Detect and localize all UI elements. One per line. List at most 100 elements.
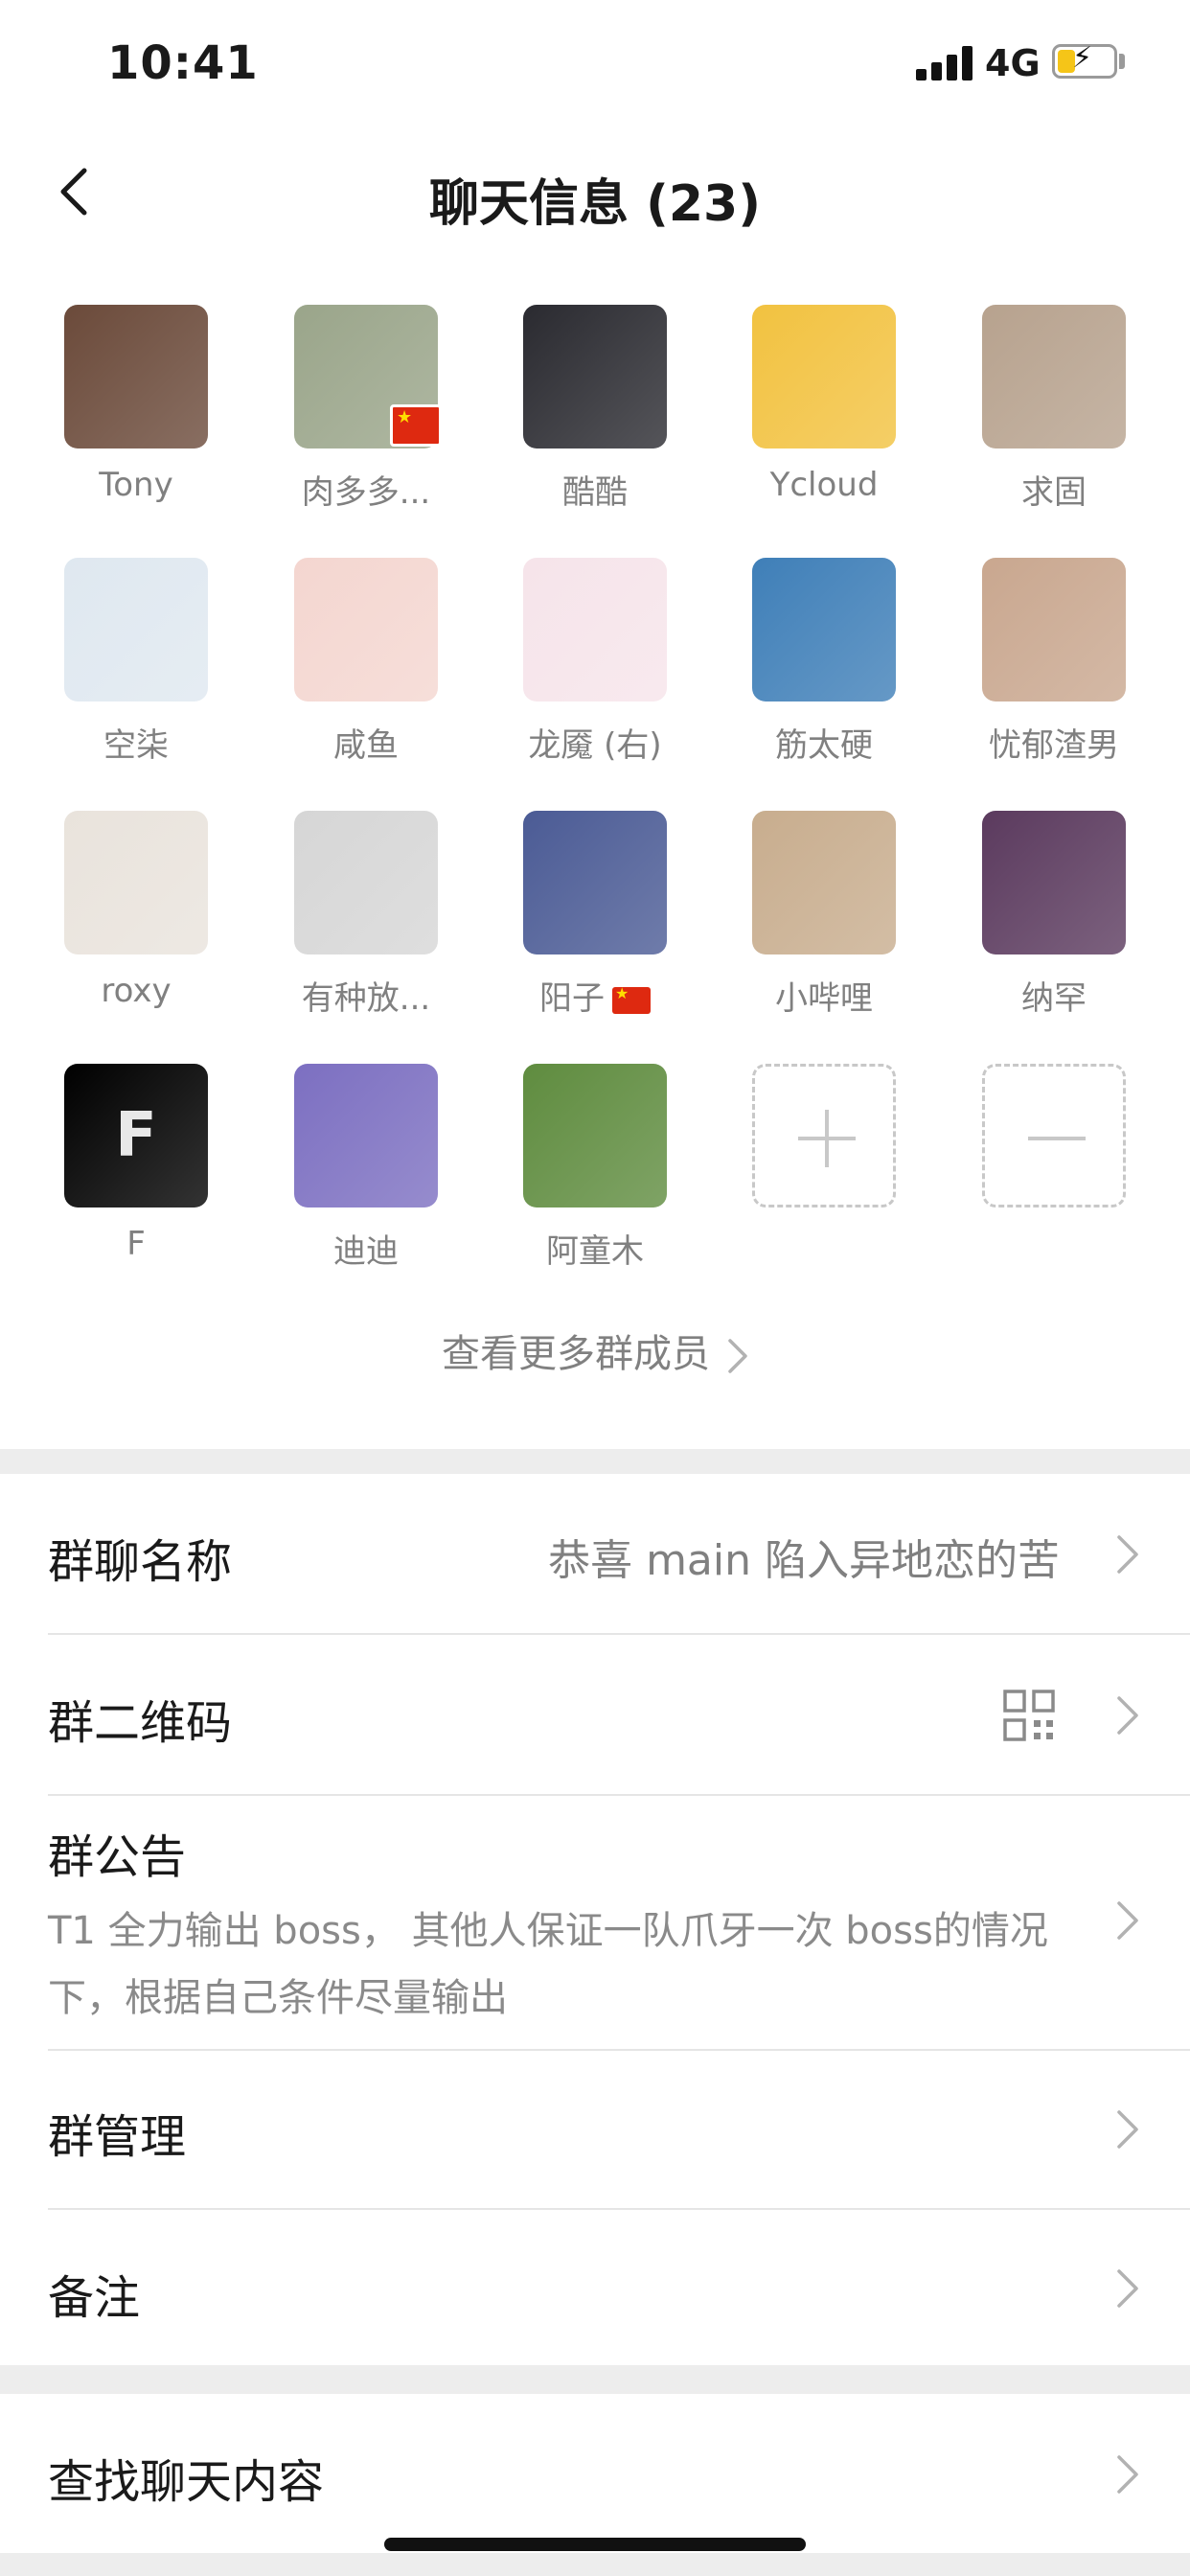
member-item[interactable]: 肉多多... (265, 305, 467, 512)
group-manage-row[interactable]: 群管理 (0, 2049, 1190, 2210)
group-announcement-label: 群公告 (48, 1830, 187, 1884)
avatar[interactable] (64, 811, 208, 954)
member-name: 筋太硬 (723, 719, 925, 766)
member-grid: Tony 肉多多... 酷酷 Ycloud 求固空柒 咸鱼 龙魇 (右) 筋太硬 忧郁渣男 rox… (0, 259, 1190, 1449)
avatar[interactable] (523, 811, 667, 954)
group-qr-row[interactable]: 群二维码 (0, 1635, 1190, 1796)
member-item[interactable]: roxy (35, 811, 237, 1010)
signal-icon (916, 46, 973, 80)
home-indicator (384, 2538, 806, 2551)
chevron-right-icon (1117, 1901, 1138, 1940)
avatar[interactable] (752, 811, 896, 954)
member-item[interactable]: 咸鱼 (265, 558, 467, 765)
avatar[interactable] (294, 1064, 438, 1208)
member-name-text: 阳子 (539, 979, 605, 1018)
member-item[interactable]: 小哔哩 (723, 811, 925, 1018)
battery-icon: ⚡ (1052, 41, 1117, 79)
group-announcement-row[interactable]: 群公告 T1 全力输出 boss， 其他人保证一队爪牙一次 boss的情况下，根… (0, 1796, 1190, 2051)
member-name-text: 迪迪 (333, 1232, 399, 1271)
search-card: 查找聊天内容 (0, 2394, 1190, 2553)
member-item[interactable]: FF (35, 1064, 237, 1263)
network-type: 4G (985, 42, 1041, 84)
remove-member-button[interactable] (982, 1064, 1126, 1208)
member-item[interactable]: 迪迪 (265, 1064, 467, 1271)
group-manage-label: 群管理 (48, 2110, 187, 2164)
member-name: 求固 (953, 466, 1155, 513)
group-qr-label: 群二维码 (48, 1696, 233, 1750)
avatar[interactable] (752, 558, 896, 702)
member-name-text: 肉多多... (301, 473, 431, 512)
avatar[interactable] (294, 811, 438, 954)
member-item[interactable]: 空柒 (35, 558, 237, 765)
avatar[interactable] (523, 305, 667, 448)
member-item[interactable]: 纳罕 (953, 811, 1155, 1018)
battery-tip (1119, 54, 1125, 69)
member-name: 阳子 (494, 972, 696, 1019)
member-name-text: 小哔哩 (775, 979, 873, 1018)
member-name-text: 忧郁渣男 (989, 726, 1119, 765)
member-name: 迪迪 (265, 1225, 467, 1272)
avatar[interactable]: F (64, 1064, 208, 1208)
member-item[interactable]: 阳子 (494, 811, 696, 1018)
chevron-right-icon (1117, 1535, 1138, 1574)
avatar[interactable] (523, 558, 667, 702)
plus-icon (798, 1110, 856, 1167)
chevron-right-icon (1117, 2110, 1138, 2149)
avatar-logo: F (115, 1100, 157, 1171)
member-name-text: 酷酷 (562, 473, 628, 512)
remark-row[interactable]: 备注 (0, 2210, 1190, 2365)
avatar[interactable] (982, 558, 1126, 702)
add-member-button[interactable] (752, 1064, 896, 1208)
avatar[interactable] (982, 305, 1126, 448)
member-item[interactable]: Ycloud (723, 305, 925, 504)
member-item[interactable]: 阿童木 (494, 1064, 696, 1271)
member-name: 肉多多... (265, 466, 467, 513)
avatar[interactable] (294, 305, 442, 448)
member-item[interactable]: 求固 (953, 305, 1155, 512)
group-name-value: 恭喜 main 陷入异地恋的苦 (548, 1536, 1060, 1585)
member-item[interactable]: 忧郁渣男 (953, 558, 1155, 765)
nav-bar: 聊天信息 (23) (0, 125, 1190, 259)
chevron-right-icon (1117, 1696, 1138, 1735)
chevron-right-icon (1117, 2269, 1138, 2308)
member-name: 阿童木 (494, 1225, 696, 1272)
member-name-text: 空柒 (103, 726, 169, 765)
member-name-text: 阿童木 (546, 1232, 644, 1271)
member-name-text: 龙魇 (右) (528, 726, 662, 765)
search-chat-row[interactable]: 查找聊天内容 (0, 2394, 1190, 2553)
member-name-text: Tony (99, 466, 173, 504)
member-item[interactable]: 龙魇 (右) (494, 558, 696, 765)
member-name: 酷酷 (494, 466, 696, 513)
member-name: 小哔哩 (723, 972, 925, 1019)
member-item[interactable]: 酷酷 (494, 305, 696, 512)
group-settings-card: 群聊名称 恭喜 main 陷入异地恋的苦 群二维码 群公告 T1 全力输出 bo… (0, 1474, 1190, 2365)
avatar[interactable] (64, 305, 208, 448)
status-bar: 10:41 4G ⚡ (0, 0, 1190, 125)
add-member-slot[interactable] (723, 1064, 925, 1255)
member-name-text: 求固 (1021, 473, 1087, 512)
member-item[interactable]: Tony (35, 305, 237, 504)
avatar[interactable] (752, 305, 896, 448)
member-name-text: Ycloud (769, 466, 879, 504)
chat-info-page: 10:41 4G ⚡ 聊天信息 (23) Tony 肉多多... 酷酷 Ycloud 求… (0, 0, 1190, 2576)
chevron-right-icon (1117, 2455, 1138, 2494)
member-name-text: 纳罕 (1021, 979, 1087, 1018)
group-name-row[interactable]: 群聊名称 恭喜 main 陷入异地恋的苦 (0, 1474, 1190, 1635)
remove-member-slot[interactable] (953, 1064, 1155, 1255)
avatar[interactable] (523, 1064, 667, 1208)
member-name-text: F (126, 1225, 146, 1263)
member-name: F (35, 1225, 237, 1263)
qr-code-icon (1003, 1690, 1055, 1741)
avatar[interactable] (982, 811, 1126, 954)
avatar[interactable] (64, 558, 208, 702)
view-more-members-label: 查看更多群成员 (442, 1332, 710, 1376)
member-item[interactable]: 有种放... (265, 811, 467, 1018)
avatar[interactable] (294, 558, 438, 702)
chevron-right-icon (728, 1339, 747, 1373)
member-name: 空柒 (35, 719, 237, 766)
status-time: 10:41 (107, 36, 259, 90)
member-name: Ycloud (723, 466, 925, 504)
member-name: 龙魇 (右) (494, 719, 696, 766)
view-more-members-link[interactable]: 查看更多群成员 (0, 1322, 1190, 1378)
member-item[interactable]: 筋太硬 (723, 558, 925, 765)
